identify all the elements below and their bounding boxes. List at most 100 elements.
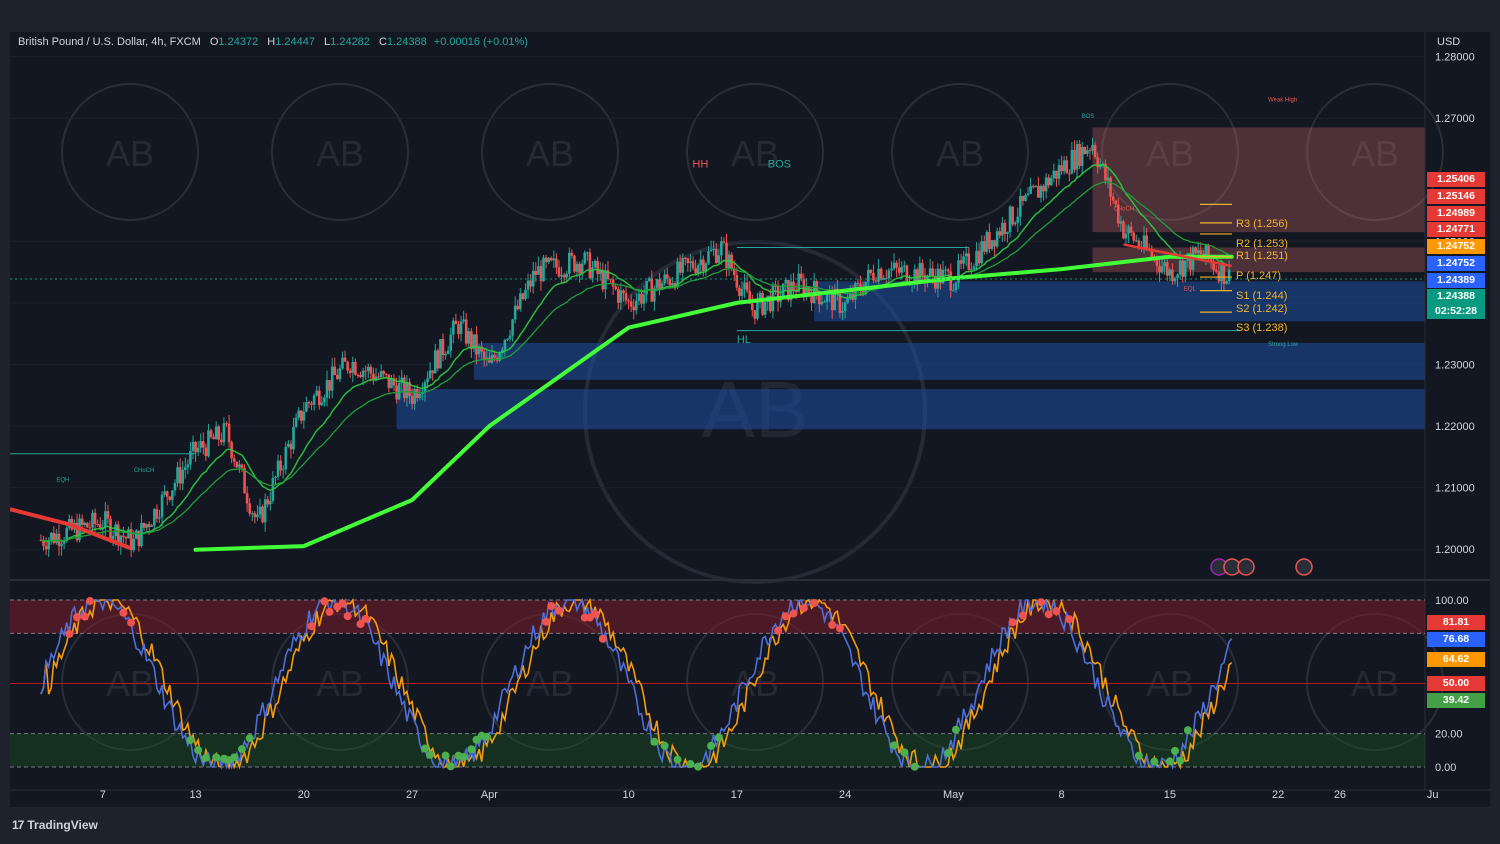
- candle-body: [1132, 232, 1136, 241]
- candle-body: [96, 523, 99, 525]
- candle-body: [933, 276, 937, 289]
- candle-body: [995, 231, 999, 247]
- stoch-buy-dot: [201, 753, 210, 762]
- candle-body: [1160, 266, 1164, 273]
- stoch-sell-dot: [1018, 611, 1027, 620]
- candle-body: [452, 320, 455, 335]
- candle-body: [998, 231, 1002, 236]
- candle-body: [189, 450, 192, 465]
- candle-body: [869, 269, 873, 273]
- close-value: 1.24388: [386, 36, 427, 48]
- candle-body: [637, 293, 641, 301]
- candle-body: [642, 294, 646, 304]
- candle-body: [877, 268, 880, 282]
- stoch-sell-dot: [1036, 598, 1045, 607]
- stoch-sell-dot: [835, 624, 844, 633]
- candle-body: [317, 390, 321, 406]
- currency-label[interactable]: USD: [1437, 36, 1460, 48]
- candle-body: [967, 253, 971, 270]
- candle-body: [1062, 160, 1066, 172]
- pivot-p-label: P (1.247): [1236, 270, 1282, 282]
- candle-body: [565, 273, 569, 278]
- chart-area[interactable]: ABABABABABABABABABABABABABABABHHBOSHLEQH…: [9, 32, 1490, 807]
- candle-body: [586, 252, 589, 254]
- stoch-buy-dot: [446, 762, 455, 771]
- candle-body: [1165, 262, 1169, 276]
- time-tick-label: 7: [100, 789, 106, 801]
- candle-body: [750, 303, 754, 311]
- candle-body: [694, 268, 697, 274]
- candle-body: [975, 250, 978, 267]
- candle-body: [354, 361, 357, 375]
- candle-body: [658, 279, 661, 290]
- candle-body: [714, 248, 718, 263]
- stoch-buy-dot: [212, 753, 221, 762]
- stoch-buy-dot: [694, 762, 703, 771]
- candle-body: [366, 366, 370, 371]
- candle-body: [387, 374, 391, 389]
- tradingview-brand[interactable]: 17 TradingView: [12, 818, 98, 832]
- candle-body: [207, 430, 210, 457]
- symbol-legend[interactable]: British Pound / U.S. Dollar, 4h, FXCM O1…: [18, 36, 528, 48]
- candle-body: [297, 410, 300, 418]
- symbol-name[interactable]: British Pound / U.S. Dollar, 4h, FXCM: [18, 36, 201, 48]
- candle-body: [526, 280, 530, 290]
- candle-body: [570, 252, 574, 256]
- brand-label: TradingView: [27, 818, 98, 832]
- chart-svg[interactable]: ABABABABABABABABABABABABABABABHHBOSHLEQH…: [9, 32, 1490, 807]
- stoch-sell-dot: [73, 613, 82, 622]
- candle-body: [856, 283, 860, 285]
- candle-body: [1111, 196, 1115, 201]
- candle-body: [382, 371, 386, 374]
- watermark-text: AB: [106, 133, 154, 174]
- strong-low-label: Strong Low: [1268, 342, 1299, 348]
- osc-badge: 50.00: [1427, 676, 1485, 691]
- stoch-buy-dot: [650, 737, 659, 746]
- candle-body: [413, 389, 416, 404]
- candle-body: [745, 282, 749, 291]
- candle-body: [405, 381, 409, 399]
- low-value: 1.24282: [330, 36, 370, 48]
- candle-body: [245, 493, 249, 504]
- candle-body: [949, 271, 953, 291]
- price-tick-label: 1.22000: [1435, 421, 1475, 433]
- candle-body: [269, 500, 272, 505]
- stoch-sell-dot: [799, 604, 808, 613]
- candle-body: [668, 278, 672, 286]
- candle-body: [462, 319, 465, 322]
- candle-body: [284, 446, 288, 470]
- candle-body: [1070, 149, 1074, 174]
- stoch-buy-dot: [673, 755, 682, 764]
- candle-body: [931, 268, 935, 277]
- stoch-sell-dot: [1052, 607, 1061, 616]
- price-tick-label: 1.21000: [1435, 483, 1475, 495]
- watermark-text: AB: [316, 133, 364, 174]
- stoch-buy-dot: [1183, 726, 1192, 735]
- candle-body: [872, 272, 875, 281]
- candle-body: [351, 361, 355, 373]
- candle-body: [276, 460, 280, 477]
- candle-body: [1093, 145, 1097, 158]
- candle-body: [887, 270, 891, 279]
- candle-body: [678, 261, 682, 273]
- time-tick-label: 20: [298, 789, 310, 801]
- candle-body: [970, 269, 973, 271]
- candle-body: [529, 280, 532, 287]
- candle-body: [444, 353, 447, 356]
- stoch-buy-dot: [1150, 757, 1159, 766]
- candle-body: [720, 241, 723, 256]
- stoch-buy-dot: [910, 762, 919, 771]
- candle-body: [109, 518, 112, 540]
- stoch-buy-dot: [660, 741, 669, 750]
- candle-body: [1137, 240, 1141, 247]
- candle-body: [689, 261, 692, 264]
- stoch-buy-dot: [467, 745, 476, 754]
- candle-body: [1176, 274, 1179, 278]
- stoch-buy-dot: [714, 733, 723, 742]
- stoch-buy-dot: [245, 734, 254, 743]
- candle-body: [346, 361, 349, 371]
- candle-body: [547, 257, 550, 263]
- stoch-sell-dot: [119, 608, 128, 617]
- candle-body: [134, 530, 138, 539]
- candle-body: [403, 377, 406, 399]
